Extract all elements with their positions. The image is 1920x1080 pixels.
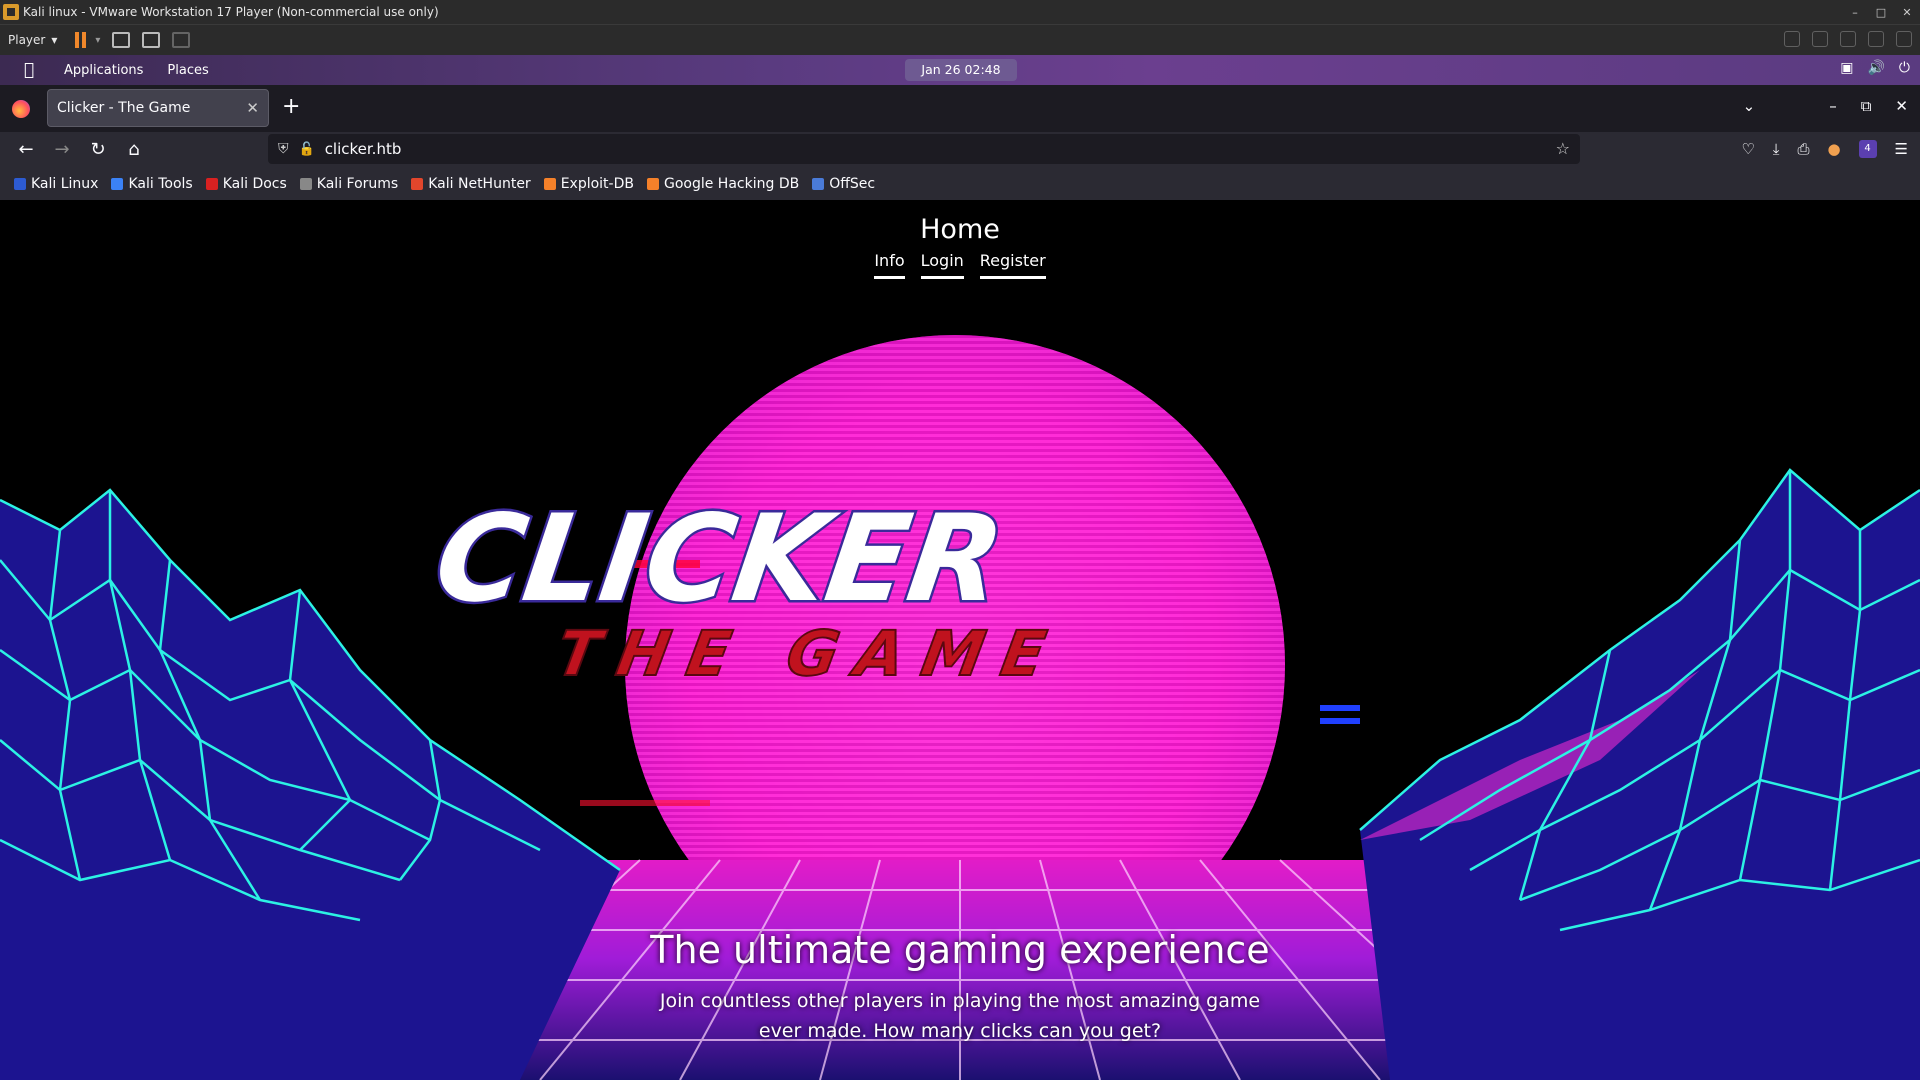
device-icon[interactable] bbox=[1896, 31, 1912, 47]
bookmark-item[interactable]: Kali Tools bbox=[111, 176, 193, 192]
bookmark-label: Kali NetHunter bbox=[428, 176, 531, 192]
bookmark-label: Kali Docs bbox=[222, 176, 287, 192]
bookmark-favicon-icon bbox=[543, 178, 556, 190]
applications-menu[interactable]: Applications bbox=[64, 63, 143, 78]
back-icon[interactable]: ← bbox=[16, 140, 36, 160]
firefox-icon[interactable] bbox=[12, 99, 30, 118]
volume-icon[interactable]: 🔊 bbox=[1867, 60, 1884, 76]
vmware-window-title: Kali linux - VMware Workstation 17 Playe… bbox=[23, 5, 439, 19]
bookmark-favicon-icon bbox=[812, 178, 825, 190]
pocket-icon[interactable]: ♡ bbox=[1741, 140, 1754, 158]
pause-icon[interactable] bbox=[75, 32, 89, 48]
maximize-icon[interactable]: □ bbox=[1868, 0, 1894, 24]
browser-navbar: ← → ↻ ⌂ ⛨ 🔓 clicker.htb ☆ ♡ ⤓ ⎙ ● 4 ☰ bbox=[0, 132, 1920, 168]
bookmark-item[interactable]: Kali NetHunter bbox=[411, 176, 531, 192]
panel-clock[interactable]: Jan 26 02:48 bbox=[905, 59, 1017, 81]
bookmark-label: Exploit-DB bbox=[560, 176, 634, 192]
bookmark-label: Kali Tools bbox=[128, 176, 193, 192]
minimize-icon[interactable]: – bbox=[1842, 0, 1868, 24]
device-icon[interactable] bbox=[1812, 31, 1828, 47]
extensions-icon[interactable]: ⎙ bbox=[1797, 140, 1809, 158]
bookmark-favicon-icon bbox=[111, 178, 124, 190]
apple-icon[interactable]:  bbox=[20, 61, 38, 79]
device-icon[interactable] bbox=[1784, 31, 1800, 47]
hamburger-menu-icon[interactable]: ☰ bbox=[1895, 140, 1908, 158]
desktop-top-panel:  Applications Places Jan 26 02:48 ▣ 🔊 ⏻ bbox=[0, 55, 1920, 85]
send-ctrl-alt-del-icon[interactable] bbox=[112, 32, 131, 48]
download-icon[interactable]: ⤓ bbox=[1773, 140, 1780, 158]
site-nav-links: Info Login Register bbox=[0, 251, 1920, 279]
logo-subtitle: THE GAME bbox=[551, 617, 1069, 689]
player-menu-label: Player bbox=[8, 33, 46, 47]
vmware-titlebar: Kali linux - VMware Workstation 17 Playe… bbox=[0, 0, 1920, 24]
fullscreen-icon[interactable] bbox=[142, 32, 161, 48]
close-icon[interactable]: ✕ bbox=[1894, 0, 1920, 24]
site-header: Home Info Login Register bbox=[0, 214, 1920, 279]
hero-text: The ultimate gaming experience Join coun… bbox=[0, 928, 1920, 1046]
bookmark-favicon-icon bbox=[411, 178, 424, 190]
device-icon[interactable] bbox=[1840, 31, 1856, 47]
bookmarks-toolbar: Kali Linux Kali Tools Kali Docs Kali Forums… bbox=[0, 168, 1920, 200]
bookmark-favicon-icon bbox=[646, 178, 659, 190]
nav-link-register[interactable]: Register bbox=[979, 251, 1046, 279]
places-menu[interactable]: Places bbox=[167, 63, 208, 78]
tagline: The ultimate gaming experience bbox=[650, 928, 1270, 972]
list-all-tabs-icon[interactable]: ⌄ bbox=[1743, 97, 1756, 115]
close-tab-icon[interactable]: ✕ bbox=[246, 99, 259, 117]
screen-icon[interactable]: ▣ bbox=[1840, 60, 1853, 76]
tab-title: Clicker - The Game bbox=[57, 100, 191, 116]
bookmark-favicon-icon bbox=[205, 178, 218, 190]
bookmark-favicon-icon bbox=[299, 178, 312, 190]
browser-tab-strip: Clicker - The Game ✕ + ⌄ – ⧉ ✕ bbox=[0, 85, 1920, 132]
vmware-app-icon bbox=[3, 4, 19, 20]
chevron-down-icon: ▾ bbox=[51, 33, 58, 47]
bookmark-item[interactable]: Kali Forums bbox=[299, 176, 399, 192]
close-icon[interactable]: ✕ bbox=[1895, 97, 1908, 115]
reload-icon[interactable]: ↻ bbox=[88, 140, 108, 160]
description: Join countless other players in playing … bbox=[659, 990, 1261, 1042]
bookmark-item[interactable]: Google Hacking DB bbox=[646, 176, 800, 192]
page-heading: Home bbox=[920, 214, 1000, 245]
power-icon[interactable]: ⏻ bbox=[1899, 60, 1910, 76]
extension-badge[interactable]: 4 bbox=[1858, 140, 1877, 158]
shield-icon[interactable]: ⛨ bbox=[278, 141, 289, 157]
tab-clicker[interactable]: Clicker - The Game ✕ bbox=[47, 89, 269, 127]
home-icon[interactable]: ⌂ bbox=[124, 140, 144, 160]
minimize-icon[interactable]: – bbox=[1829, 97, 1837, 115]
bookmark-label: Google Hacking DB bbox=[663, 176, 800, 192]
logo-title: CLICKER bbox=[427, 490, 1011, 629]
bookmark-label: Kali Linux bbox=[31, 176, 99, 192]
new-tab-icon[interactable]: + bbox=[282, 95, 300, 119]
url-bar[interactable]: ⛨ 🔓 clicker.htb ☆ bbox=[268, 134, 1580, 164]
extension-icon[interactable]: ● bbox=[1827, 140, 1840, 158]
bookmark-item[interactable]: OffSec bbox=[812, 176, 875, 192]
vmware-toolbar: Player ▾ ▾ bbox=[0, 24, 1920, 55]
bookmark-favicon-icon bbox=[14, 178, 26, 190]
bookmark-label: Kali Forums bbox=[316, 176, 399, 192]
player-menu[interactable]: Player ▾ bbox=[0, 33, 65, 47]
bookmark-item[interactable]: Kali Linux bbox=[14, 176, 98, 192]
device-icon[interactable] bbox=[1868, 31, 1884, 47]
url-text[interactable]: clicker.htb bbox=[325, 140, 402, 158]
dropdown-arrow-icon[interactable]: ▾ bbox=[95, 35, 100, 46]
lock-icon[interactable]: 🔓 bbox=[299, 142, 315, 157]
web-page: CLICKER THE GAME Home Info Login Registe… bbox=[0, 200, 1920, 1080]
restore-icon[interactable]: ⧉ bbox=[1861, 97, 1872, 115]
bookmark-item[interactable]: Exploit-DB bbox=[543, 176, 634, 192]
unity-icon[interactable] bbox=[172, 32, 191, 48]
bookmark-star-icon[interactable]: ☆ bbox=[1556, 139, 1570, 158]
bookmark-label: OffSec bbox=[829, 176, 876, 192]
nav-link-login[interactable]: Login bbox=[920, 251, 964, 279]
nav-link-info[interactable]: Info bbox=[874, 251, 905, 279]
bookmark-item[interactable]: Kali Docs bbox=[205, 176, 287, 192]
forward-icon[interactable]: → bbox=[52, 140, 72, 160]
